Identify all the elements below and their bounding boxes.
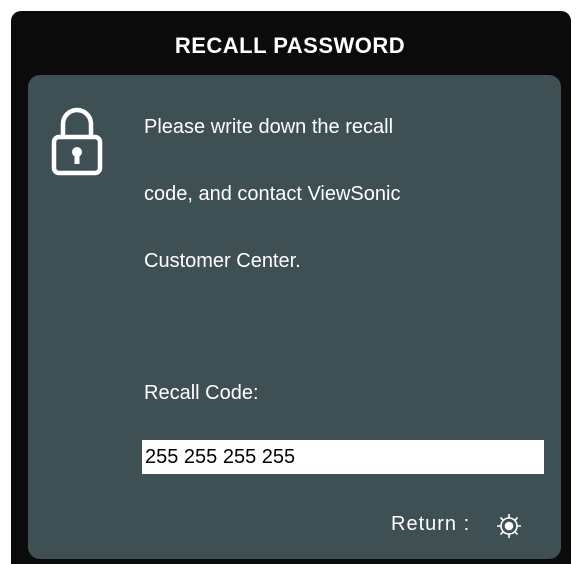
recall-code-label: Recall Code: xyxy=(144,382,259,404)
message-line-2: code, and contact ViewSonic xyxy=(144,183,401,205)
message-line-1: Please write down the recall xyxy=(144,116,394,138)
message-line-3: Customer Center. xyxy=(144,250,301,272)
return-label: Return : xyxy=(391,513,471,535)
gear-icon[interactable] xyxy=(495,512,523,540)
dialog-panel xyxy=(28,75,561,559)
recall-code-field: 255 255 255 255 xyxy=(142,440,544,474)
lock-icon xyxy=(51,107,103,176)
dialog-title: RECALL PASSWORD xyxy=(174,33,406,58)
